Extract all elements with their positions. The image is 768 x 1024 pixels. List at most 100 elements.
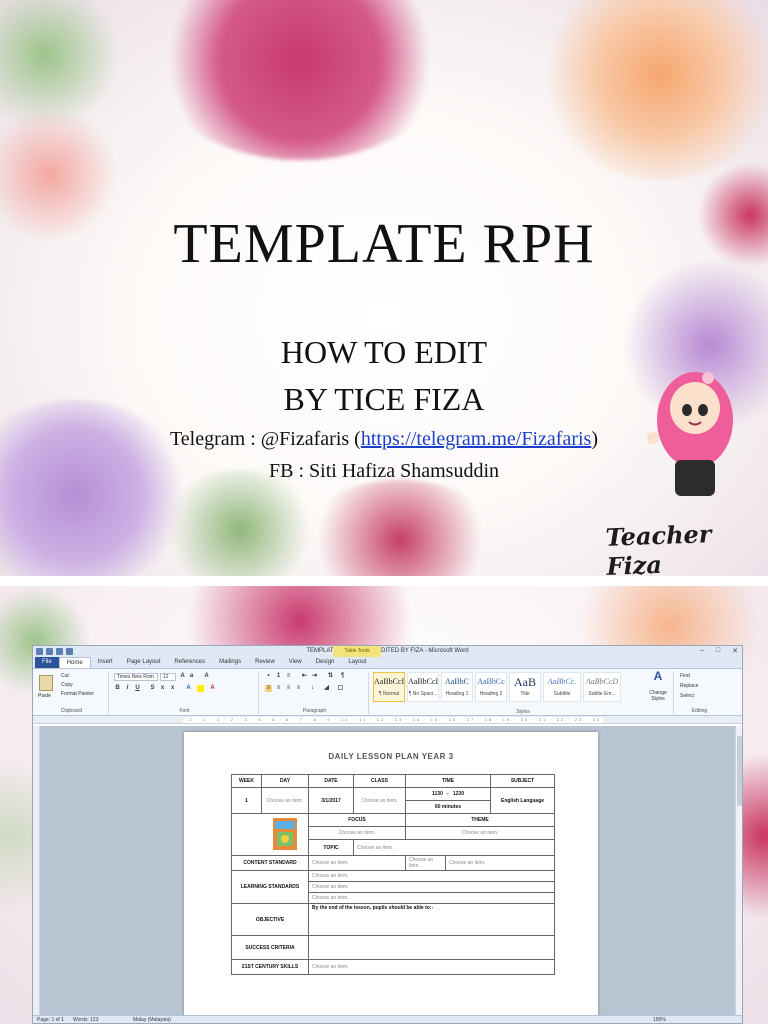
tab-layout[interactable]: Layout bbox=[341, 657, 373, 668]
tab-file[interactable]: File bbox=[35, 657, 59, 668]
style-heading-1[interactable]: AaBbC Heading 1 bbox=[441, 672, 473, 702]
font-label: Font bbox=[179, 708, 190, 714]
pilcrow-icon[interactable]: ¶ bbox=[339, 673, 346, 680]
flower-decoration bbox=[160, 470, 320, 576]
document-page[interactable]: DAILY LESSON PLAN YEAR 3 WEEK DAY DATE C… bbox=[184, 732, 598, 1023]
focus-dropdown[interactable]: Choose an item. bbox=[308, 826, 406, 840]
flower-decoration bbox=[150, 0, 450, 160]
tab-references[interactable]: References bbox=[167, 657, 212, 668]
borders-icon[interactable]: ▢ bbox=[337, 685, 344, 692]
italic-icon[interactable]: I bbox=[124, 685, 131, 692]
format-painter-button[interactable]: Format Painter bbox=[61, 691, 94, 697]
content-standard-dropdown-3[interactable]: Choose an item. bbox=[444, 855, 556, 871]
tab-design[interactable]: Design bbox=[309, 657, 342, 668]
change-styles-button[interactable]: Change Styles bbox=[647, 690, 669, 702]
tab-insert[interactable]: Insert bbox=[91, 657, 120, 668]
style-subtitle[interactable]: AaBbCc. Subtitle bbox=[543, 672, 581, 702]
clipboard-label: Clipboard bbox=[60, 708, 83, 714]
highlight-icon[interactable] bbox=[197, 685, 204, 692]
align-left-icon[interactable]: ≡ bbox=[265, 685, 272, 692]
vertical-ruler[interactable] bbox=[33, 726, 40, 1017]
week-value[interactable]: 1 bbox=[231, 787, 262, 814]
paste-icon[interactable] bbox=[39, 675, 53, 691]
tab-review[interactable]: Review bbox=[248, 657, 282, 668]
theme-dropdown[interactable]: Choose an item. bbox=[404, 826, 556, 840]
vertical-scrollbar[interactable] bbox=[735, 726, 742, 1017]
style-normal[interactable]: AaBbCcI ¶ Normal bbox=[373, 672, 405, 702]
superscript-icon[interactable]: x bbox=[169, 685, 176, 692]
style-no-spacing[interactable]: AaBbCcI ¶ No Spaci... bbox=[407, 672, 439, 702]
header-week: WEEK bbox=[231, 774, 262, 788]
tab-home[interactable]: Home bbox=[58, 657, 91, 668]
style-title[interactable]: AaB Title bbox=[509, 672, 541, 702]
success-criteria-value[interactable] bbox=[307, 935, 556, 960]
date-value[interactable]: 3/1/2017 bbox=[308, 787, 354, 814]
font-size-select[interactable]: 12 bbox=[160, 673, 176, 681]
learning-standard-dropdown-2[interactable]: Choose an item. bbox=[307, 881, 556, 893]
window-title: TEMPLATE YEAR 3 2017 EDITED BY FIZA - Mi… bbox=[306, 648, 469, 654]
header-day: DAY bbox=[261, 774, 309, 788]
sort-icon[interactable]: ⇅ bbox=[327, 673, 334, 680]
minimize-icon[interactable]: – bbox=[700, 647, 704, 655]
subscript-icon[interactable]: x bbox=[159, 685, 166, 692]
find-button[interactable]: Find bbox=[680, 673, 690, 679]
numbering-icon[interactable]: 1 bbox=[275, 673, 282, 680]
learning-standard-dropdown-1[interactable]: Choose an item. bbox=[307, 870, 556, 882]
language-status[interactable]: Malay (Malaysia) bbox=[133, 1017, 171, 1023]
scrollbar-thumb[interactable] bbox=[737, 736, 742, 806]
tab-page-layout[interactable]: Page Layout bbox=[120, 657, 168, 668]
learning-standard-dropdown-3[interactable]: Choose an item. bbox=[307, 892, 556, 904]
line-spacing-icon[interactable]: ↕ bbox=[309, 685, 316, 692]
objective-text[interactable]: By the end of the lesson, pupils should … bbox=[307, 903, 556, 936]
clear-format-icon[interactable]: A bbox=[203, 673, 210, 680]
style-heading-2[interactable]: AaBbCc Heading 2 bbox=[475, 672, 507, 702]
decrease-indent-icon[interactable]: ⇤ bbox=[301, 673, 308, 680]
strikethrough-icon[interactable]: S bbox=[149, 685, 156, 692]
maximize-icon[interactable]: □ bbox=[716, 647, 720, 655]
multilevel-list-icon[interactable]: ≡ bbox=[285, 673, 292, 680]
topic-dropdown[interactable]: Choose an item. bbox=[352, 839, 556, 856]
bold-icon[interactable]: B bbox=[114, 685, 121, 692]
telegram-link[interactable]: https://telegram.me/Fizafaris bbox=[361, 428, 592, 450]
content-standard-dropdown-2[interactable]: Choose an item. bbox=[405, 855, 446, 871]
century-skills-dropdown[interactable]: Choose an item. bbox=[307, 959, 556, 975]
copy-button[interactable]: Copy bbox=[61, 682, 73, 688]
content-standard-dropdown-1[interactable]: Choose an item. bbox=[308, 855, 406, 871]
font-name-select[interactable]: Times New Rom bbox=[114, 673, 158, 681]
lesson-plan-title: DAILY LESSON PLAN YEAR 3 bbox=[328, 752, 454, 761]
justify-icon[interactable]: ≡ bbox=[295, 685, 302, 692]
zoom-level[interactable]: 100% bbox=[653, 1017, 666, 1023]
select-button[interactable]: Select bbox=[680, 693, 694, 699]
duration-value[interactable]: 60 minutes bbox=[404, 800, 492, 814]
page-count[interactable]: Page: 1 of 1 bbox=[37, 1017, 64, 1023]
word-count[interactable]: Words: 123 bbox=[73, 1017, 98, 1023]
cut-button[interactable]: Cut bbox=[61, 673, 69, 679]
replace-button[interactable]: Replace bbox=[680, 683, 698, 689]
horizontal-ruler[interactable]: · 2 · 1 · 1 · 2 · 3 · 4 · 5 · 6 · 7 · 8 … bbox=[33, 716, 742, 724]
class-dropdown[interactable]: Choose an item. bbox=[353, 787, 406, 814]
subject-value[interactable]: English Language bbox=[490, 787, 556, 814]
close-icon[interactable]: ✕ bbox=[732, 647, 738, 655]
clipboard-group: Paste Cut Copy Format Painter Clipboard bbox=[35, 671, 109, 714]
change-styles-icon[interactable]: A bbox=[651, 670, 665, 687]
tab-view[interactable]: View bbox=[282, 657, 309, 668]
facebook-line: FB : Siti Hafiza Shamsuddin bbox=[269, 460, 499, 482]
day-dropdown[interactable]: Choose an item. bbox=[261, 787, 309, 814]
align-center-icon[interactable]: ≡ bbox=[275, 685, 282, 692]
time-range[interactable]: 1130 - 1230 bbox=[404, 787, 492, 801]
grow-font-icon[interactable]: A bbox=[179, 673, 186, 680]
font-group: Times New Rom 12 A a A B I U S x x A A F… bbox=[111, 671, 259, 714]
increase-indent-icon[interactable]: ⇥ bbox=[311, 673, 318, 680]
paste-button[interactable]: Paste bbox=[38, 693, 51, 699]
lesson-plan-table[interactable]: WEEK DAY DATE CLASS TIME SUBJECT 1 Choos… bbox=[231, 774, 556, 975]
shading-icon[interactable]: ◢ bbox=[323, 685, 330, 692]
style-subtle-emphasis[interactable]: AaBbCcD Subtle Em... bbox=[583, 672, 621, 702]
underline-icon[interactable]: U bbox=[134, 685, 141, 692]
font-color-icon[interactable]: A bbox=[209, 685, 216, 692]
success-criteria-label: SUCCESS CRITERIA bbox=[231, 935, 309, 960]
text-effects-icon[interactable]: A bbox=[185, 685, 192, 692]
align-right-icon[interactable]: ≡ bbox=[285, 685, 292, 692]
bullets-icon[interactable]: • bbox=[265, 673, 272, 680]
shrink-font-icon[interactable]: a bbox=[188, 673, 195, 680]
tab-mailings[interactable]: Mailings bbox=[212, 657, 248, 668]
